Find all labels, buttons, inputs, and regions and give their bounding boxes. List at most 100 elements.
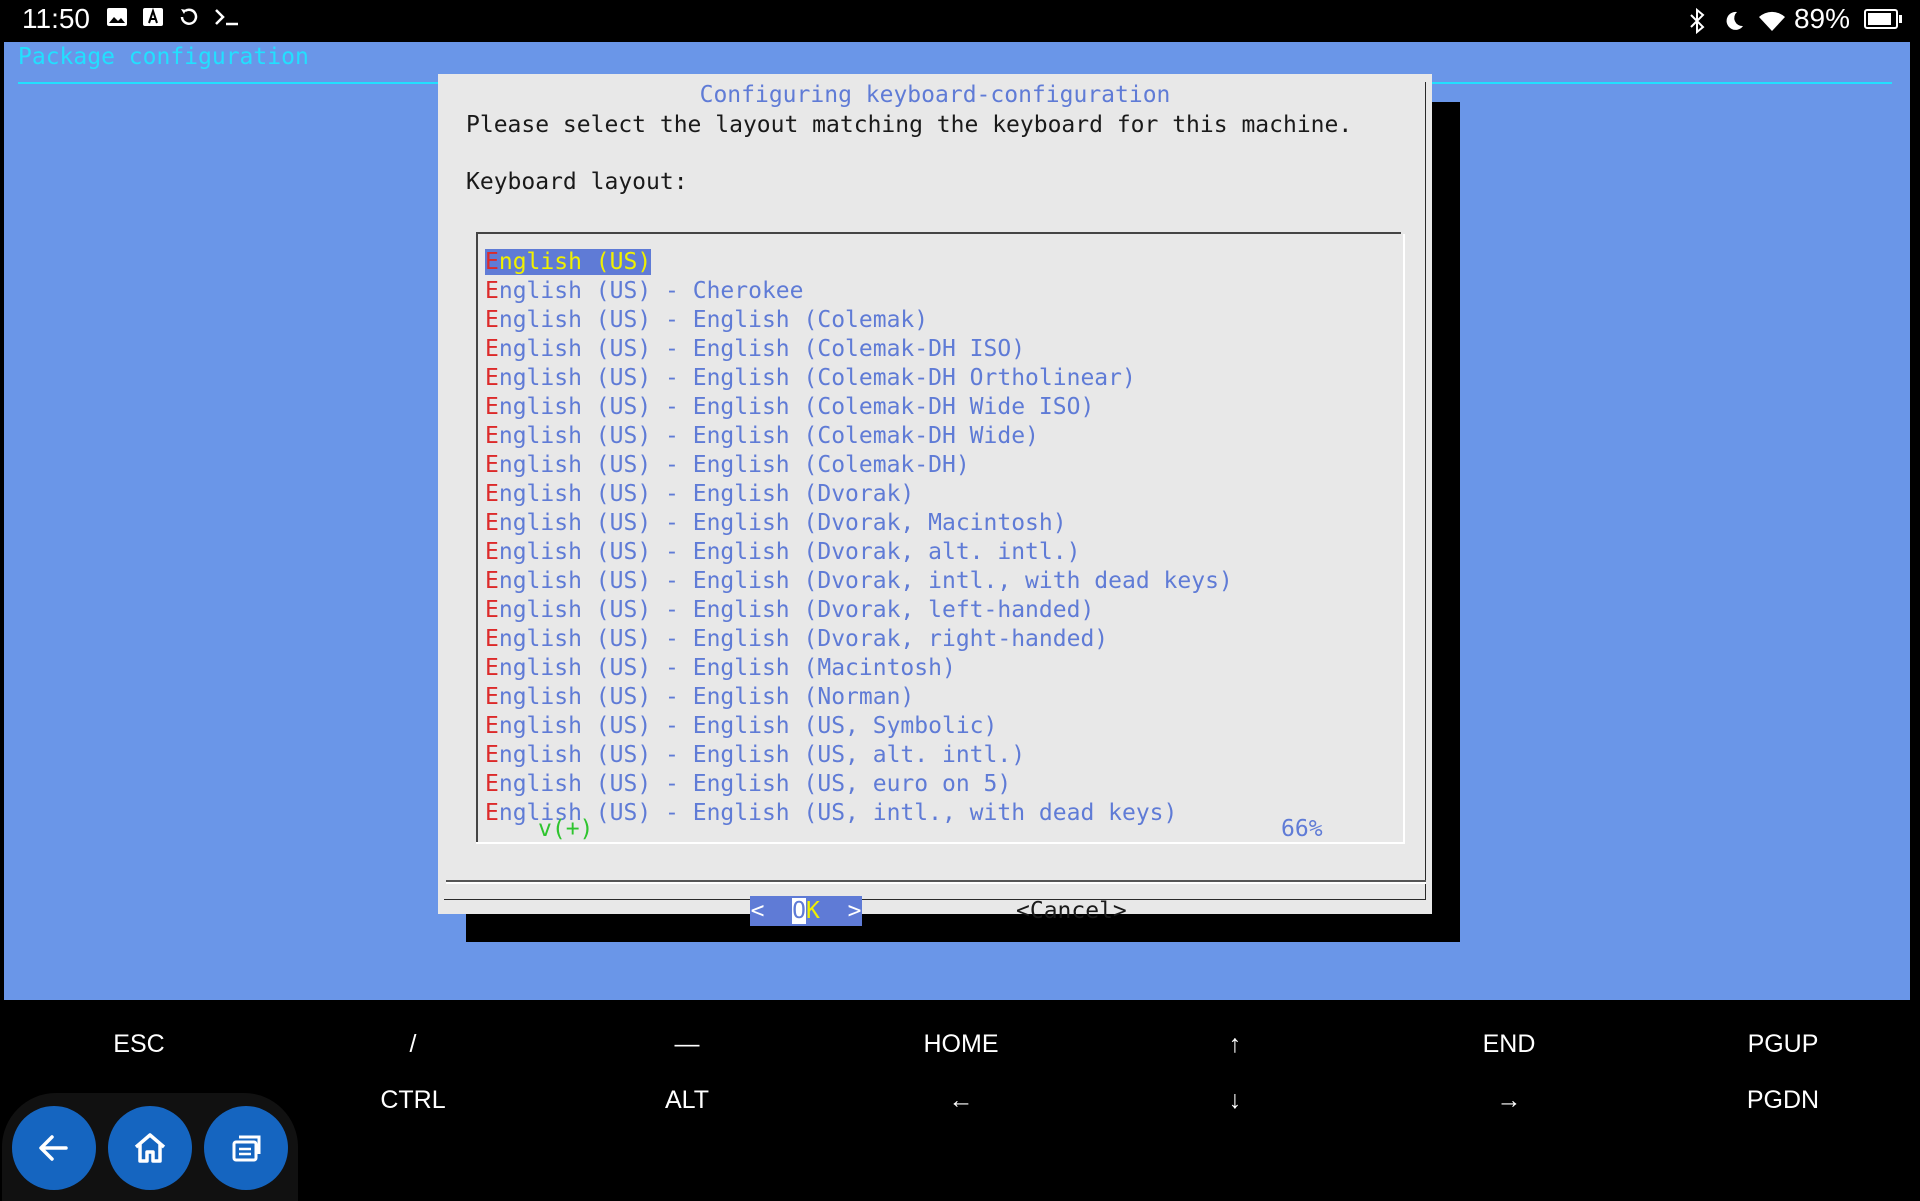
hotkey-letter: E bbox=[485, 278, 499, 304]
back-button[interactable] bbox=[12, 1106, 96, 1190]
hotkey-letter: E bbox=[485, 597, 499, 623]
sync-icon bbox=[178, 6, 200, 28]
layout-item-label: nglish (US) - English (US, intl., with d… bbox=[498, 800, 1178, 826]
keyboard-config-dialog: Configuring keyboard-configuration Pleas… bbox=[438, 74, 1432, 926]
battery-icon bbox=[1864, 9, 1902, 29]
keyboard-layout-label: Keyboard layout: bbox=[466, 169, 688, 195]
layout-item[interactable]: English (US) - English (Norman) bbox=[485, 683, 1233, 712]
layout-item[interactable]: English (US) - English (US, intl., with … bbox=[485, 799, 1233, 828]
layout-item[interactable]: English (US) - English (Dvorak) bbox=[485, 480, 1233, 509]
scroll-indicator: v(+) bbox=[538, 816, 594, 842]
recent-apps-button[interactable] bbox=[204, 1106, 288, 1190]
layout-item[interactable]: English (US) - English (Colemak) bbox=[485, 306, 1233, 335]
recent-apps-icon bbox=[232, 1135, 261, 1162]
hotkey-letter: E bbox=[485, 336, 499, 362]
layout-item[interactable]: English (US) - English (Dvorak, left-han… bbox=[485, 596, 1233, 625]
key-dash[interactable]: — bbox=[550, 1030, 824, 1059]
cancel-button[interactable]: <Cancel> bbox=[1016, 896, 1127, 926]
hotkey-letter: E bbox=[485, 481, 499, 507]
key-alt[interactable]: ALT bbox=[550, 1086, 824, 1115]
key-down[interactable]: ↓ bbox=[1098, 1086, 1372, 1115]
layout-item[interactable]: English (US) - English (US, Symbolic) bbox=[485, 712, 1233, 741]
layout-item-label: nglish (US) - English (Dvorak, Macintosh… bbox=[498, 510, 1067, 536]
layout-item-label: nglish (US) - English (Dvorak, left-hand… bbox=[498, 597, 1095, 623]
key-end[interactable]: END bbox=[1372, 1030, 1646, 1059]
layout-item-label: nglish (US) - English (Dvorak) bbox=[498, 481, 915, 507]
terminal-screen[interactable]: Package configuration Configuring keyboa… bbox=[4, 42, 1910, 1000]
layout-item[interactable]: English (US) - English (US, euro on 5) bbox=[485, 770, 1233, 799]
hotkey-letter: E bbox=[485, 684, 499, 710]
home-button[interactable] bbox=[108, 1106, 192, 1190]
keyboard-layout-list[interactable]: English (US) English (US) - Cherokee Engli… bbox=[476, 232, 1405, 844]
key-pgdn[interactable]: PGDN bbox=[1646, 1086, 1920, 1115]
layout-item[interactable]: English (US) - Cherokee bbox=[485, 277, 1233, 306]
layout-item[interactable]: English (US) - English (Dvorak, alt. int… bbox=[485, 538, 1233, 567]
layout-item-label: nglish (US) - English (Colemak-DH Wide) bbox=[498, 423, 1039, 449]
key-ctrl[interactable]: CTRL bbox=[276, 1086, 550, 1115]
terminal-icon bbox=[214, 6, 238, 28]
layout-item-label: nglish (US) - English (Colemak-DH ISO) bbox=[498, 336, 1026, 362]
layout-item[interactable]: English (US) - English (Dvorak, Macintos… bbox=[485, 509, 1233, 538]
list-border-right bbox=[1403, 234, 1405, 844]
hotkey-letter: E bbox=[485, 568, 499, 594]
layout-item-label: nglish (US) - English (Colemak-DH Wide I… bbox=[498, 394, 1095, 420]
key-home[interactable]: HOME bbox=[824, 1030, 1098, 1059]
battery-percent: 89% bbox=[1793, 3, 1850, 34]
layout-item[interactable]: English (US) - English (Colemak-DH Wide) bbox=[485, 422, 1233, 451]
layout-item-label: nglish (US) - English (US, alt. intl.) bbox=[498, 742, 1026, 768]
key-pgup[interactable]: PGUP bbox=[1646, 1030, 1920, 1059]
layout-item[interactable]: English (US) - English (Macintosh) bbox=[485, 654, 1233, 683]
image-icon bbox=[106, 6, 128, 28]
hotkey-letter: E bbox=[485, 800, 499, 826]
hotkey-letter: E bbox=[485, 423, 499, 449]
layout-item[interactable]: English (US) - English (Dvorak, intl., w… bbox=[485, 567, 1233, 596]
hotkey-letter: E bbox=[485, 452, 499, 478]
hotkey-letter: E bbox=[485, 771, 499, 797]
key-left[interactable]: ← bbox=[824, 1086, 1098, 1115]
wifi-icon bbox=[1758, 8, 1785, 31]
layout-item-label: nglish (US) - English (Colemak-DH) bbox=[498, 452, 970, 478]
system-status: 89% bbox=[1686, 3, 1902, 35]
status-bar: 11:50 89% bbox=[0, 0, 1920, 42]
layout-item-label: nglish (US) - English (Macintosh) bbox=[498, 655, 956, 681]
hotkey-letter: E bbox=[485, 394, 499, 420]
hotkey-letter: E bbox=[485, 307, 499, 333]
hotkey-letter: E bbox=[485, 365, 499, 391]
layout-item-label: nglish (US) - English (Dvorak, alt. intl… bbox=[498, 539, 1081, 565]
layout-item[interactable]: English (US) - English (Colemak-DH) bbox=[485, 451, 1233, 480]
hotkey-letter: E bbox=[485, 539, 499, 565]
key-right[interactable]: → bbox=[1372, 1086, 1646, 1115]
layout-item[interactable]: English (US) - English (Colemak-DH Ortho… bbox=[485, 364, 1233, 393]
layout-item-label: nglish (US) - English (Colemak-DH Orthol… bbox=[498, 365, 1136, 391]
layout-item[interactable]: English (US) - English (Dvorak, right-ha… bbox=[485, 625, 1233, 654]
back-arrow-icon bbox=[39, 1135, 68, 1161]
dialog-title: Configuring keyboard-configuration bbox=[438, 82, 1432, 108]
clock: 11:50 bbox=[22, 3, 90, 34]
layout-item-label: nglish (US) - English (Dvorak, right-han… bbox=[498, 626, 1109, 652]
key-esc[interactable]: ESC bbox=[2, 1030, 276, 1059]
layout-item[interactable]: English (US) - English (Colemak-DH ISO) bbox=[485, 335, 1233, 364]
layout-item-label: nglish (US) - English (Colemak) bbox=[498, 307, 929, 333]
home-icon bbox=[134, 1133, 166, 1163]
package-configuration-header: Package configuration bbox=[18, 44, 309, 70]
hotkey-letter: E bbox=[485, 510, 499, 536]
layout-item[interactable]: English (US) - English (US, alt. intl.) bbox=[485, 741, 1233, 770]
layout-item[interactable]: English (US) bbox=[485, 248, 1233, 277]
hotkey-letter: E bbox=[485, 249, 499, 275]
hotkey-letter: E bbox=[485, 655, 499, 681]
dialog-prompt: Please select the layout matching the ke… bbox=[466, 112, 1353, 138]
hotkey-letter: E bbox=[485, 742, 499, 768]
key-slash[interactable]: / bbox=[276, 1030, 550, 1059]
layout-item-label: nglish (US) - English (Dvorak, intl., wi… bbox=[498, 568, 1233, 594]
list-border-bottom bbox=[476, 842, 1405, 844]
ok-button[interactable]: < OK > bbox=[750, 896, 862, 926]
layout-item[interactable]: English (US) - English (Colemak-DH Wide … bbox=[485, 393, 1233, 422]
extra-keys-bar: ESC / — HOME ↑ END PGUP CTRL ALT ← ↓ → P… bbox=[0, 1000, 1920, 1118]
key-up[interactable]: ↑ bbox=[1098, 1030, 1372, 1059]
bluetooth-icon bbox=[1686, 7, 1708, 35]
notification-icons bbox=[106, 6, 238, 28]
layout-item-label: nglish (US) - Cherokee bbox=[498, 278, 804, 304]
layout-item-label: nglish (US) bbox=[498, 249, 652, 275]
hotkey-letter: E bbox=[485, 626, 499, 652]
button-separator bbox=[446, 882, 1426, 884]
